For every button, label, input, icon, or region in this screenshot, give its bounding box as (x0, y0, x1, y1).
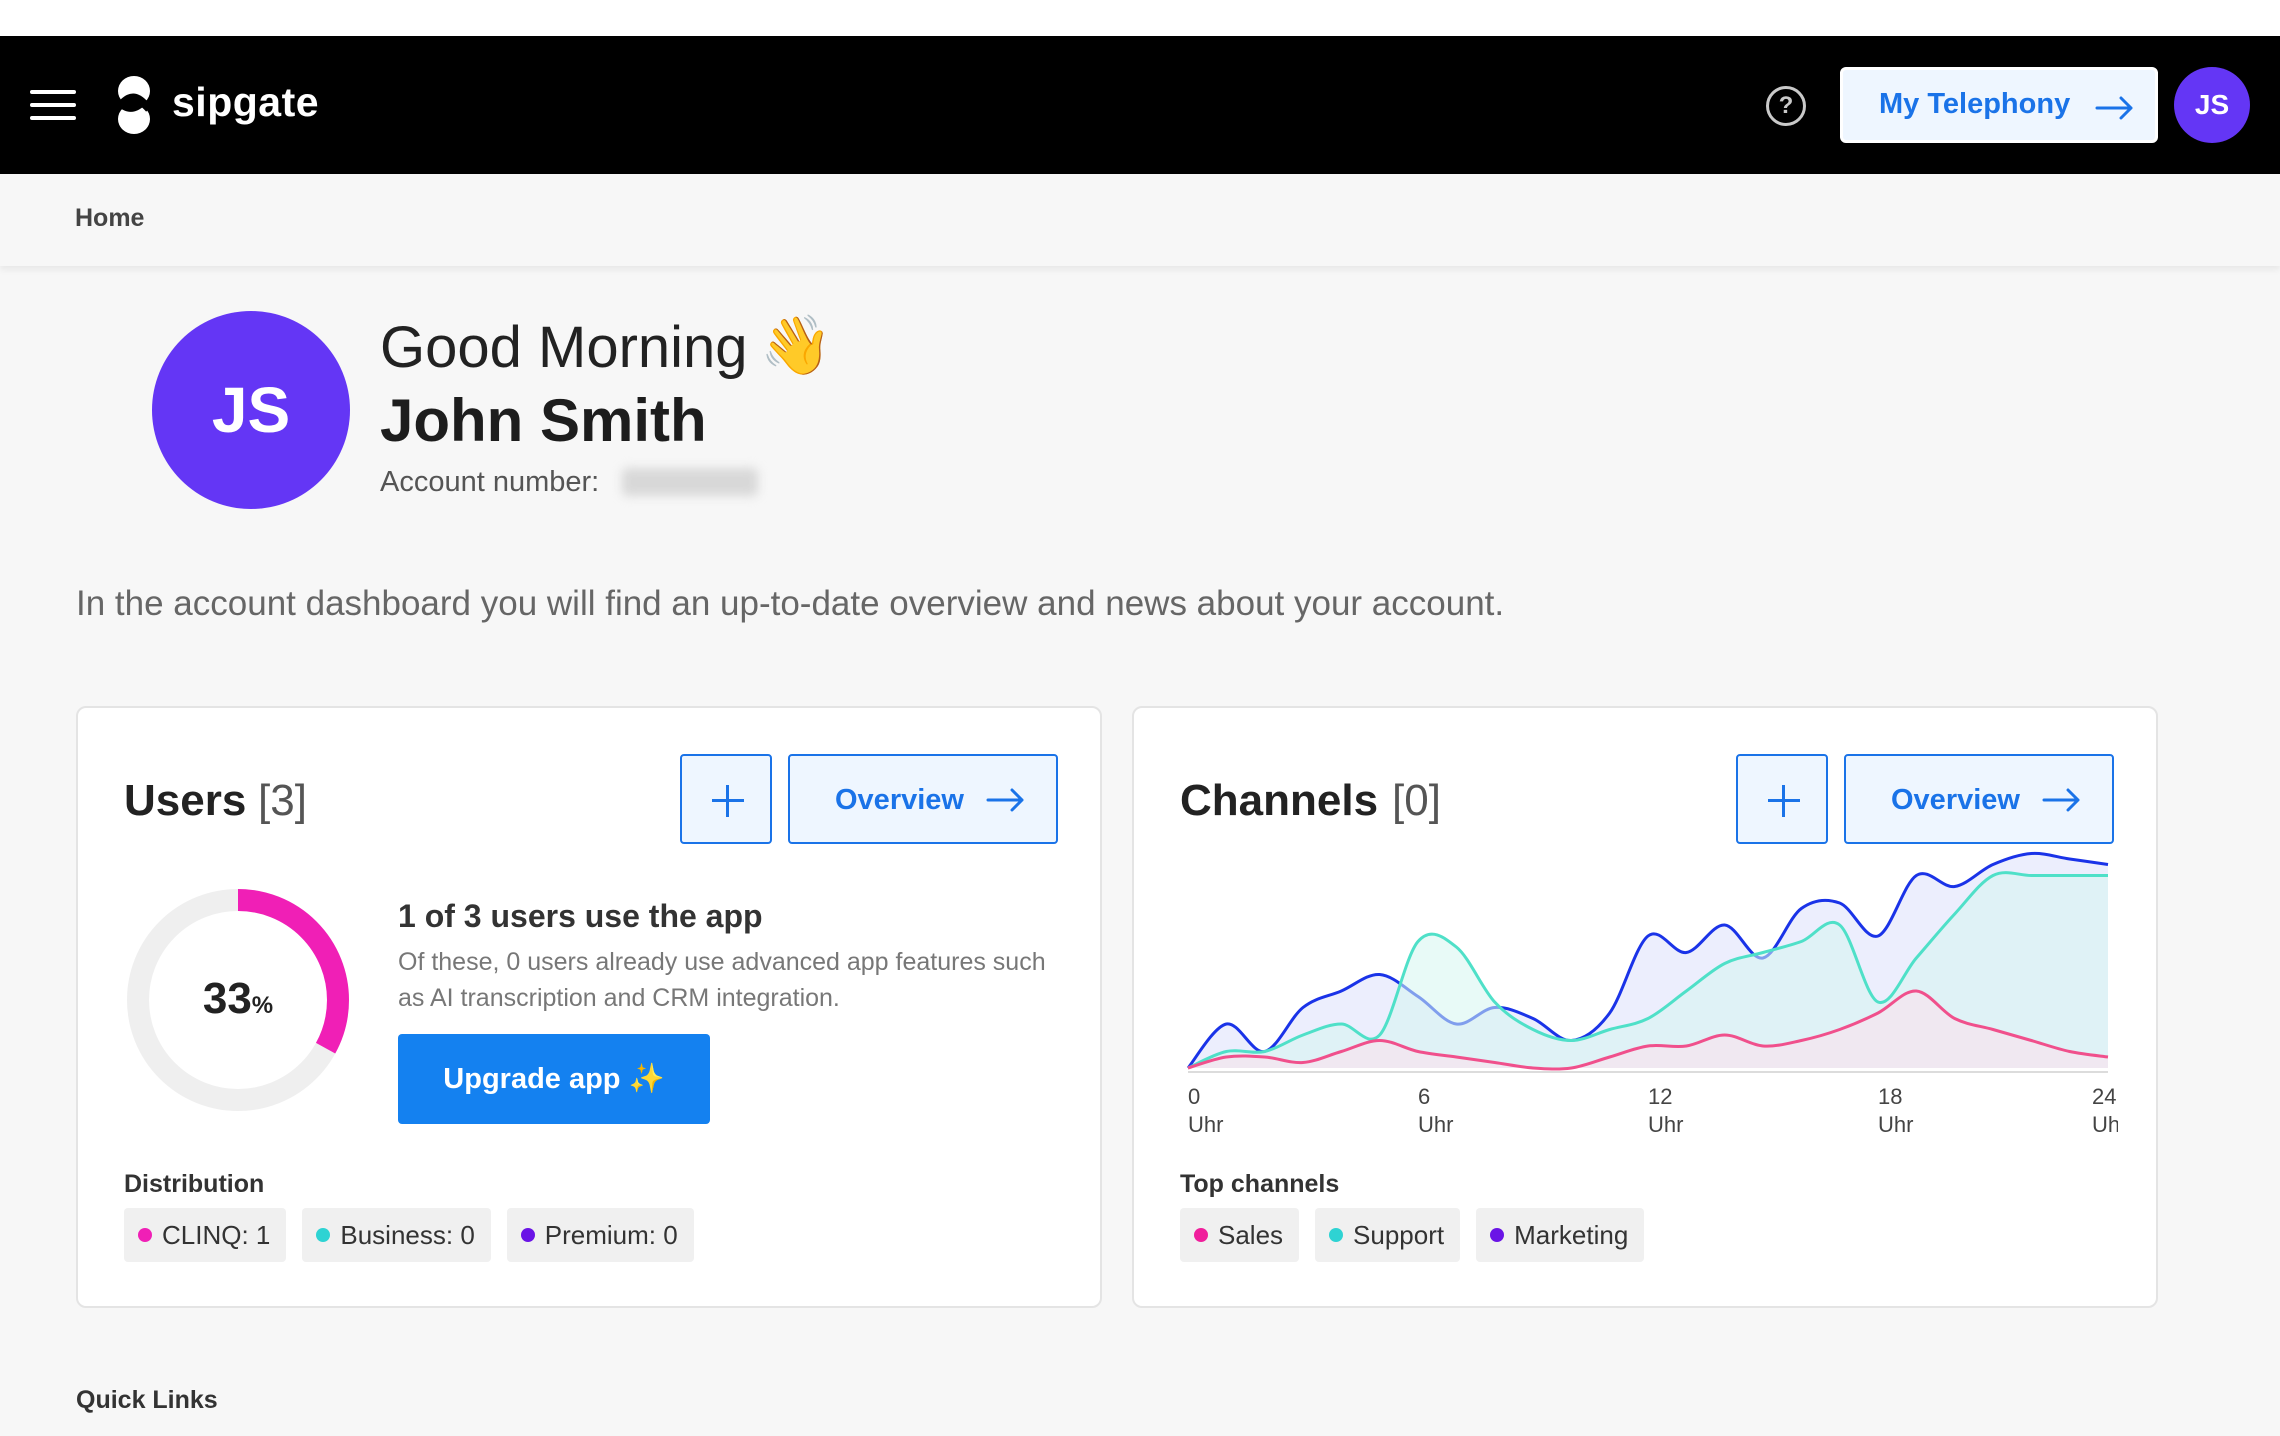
sparkles-icon: ✨ (628, 1063, 665, 1095)
x-tick-label: Uhr (1188, 1112, 1223, 1137)
channel-activity-chart: 0 Uhr 6 Uhr 12 Uhr 18 Uhr 24 Uhr (1186, 851, 2118, 1137)
my-telephony-label: My Telephony (1879, 88, 2071, 120)
distribution-chip-clinq: CLINQ: 1 (124, 1208, 287, 1262)
channel-chip-marketing: Marketing (1476, 1208, 1645, 1262)
x-tick-label: 6 (1418, 1084, 1430, 1109)
channels-count: [0] (1392, 776, 1441, 825)
arrow-right-icon (2095, 96, 2133, 120)
channels-title: Channels (1180, 776, 1379, 825)
menu-icon[interactable] (30, 90, 76, 120)
users-overview-button[interactable]: Overview (788, 754, 1058, 844)
top-navbar: sipgate ? My Telephony JS (0, 36, 2280, 174)
users-count: [3] (258, 776, 307, 825)
dashboard-intro: In the account dashboard you will find a… (76, 584, 1505, 623)
my-telephony-button[interactable]: My Telephony (1840, 67, 2158, 143)
distribution-label: Distribution (124, 1170, 265, 1198)
x-tick-label: Uhr (1878, 1112, 1913, 1137)
brand-name[interactable]: sipgate (172, 79, 319, 126)
add-channel-button[interactable] (1736, 754, 1828, 844)
top-channels-chips: Sales Support Marketing (1180, 1208, 1645, 1262)
legend-dot-icon (1329, 1228, 1344, 1242)
channels-overview-label: Overview (1891, 784, 2020, 816)
x-tick-label: Uhr (1418, 1112, 1453, 1137)
top-strip (0, 0, 2280, 36)
users-overview-label: Overview (835, 784, 964, 816)
legend-dot-icon (138, 1228, 152, 1242)
arrow-right-icon (2042, 788, 2080, 812)
help-icon[interactable]: ? (1766, 86, 1806, 126)
add-user-button[interactable] (680, 754, 772, 844)
upgrade-app-label: Upgrade app (443, 1063, 621, 1095)
legend-dot-icon (1490, 1228, 1505, 1242)
channels-overview-button[interactable]: Overview (1844, 754, 2114, 844)
arrow-right-icon (986, 788, 1024, 812)
legend-dot-icon (520, 1228, 535, 1242)
x-tick-label: 18 (1878, 1084, 1902, 1109)
top-channels-label: Top channels (1180, 1170, 1340, 1198)
x-tick-label: Uhr (1648, 1112, 1683, 1137)
quick-links-heading: Quick Links (76, 1386, 218, 1414)
upgrade-app-button[interactable]: Upgrade app ✨ (398, 1034, 710, 1124)
x-tick-label: 0 (1188, 1084, 1200, 1109)
channel-chip-support: Support (1315, 1208, 1461, 1262)
legend-dot-icon (1194, 1228, 1208, 1242)
channels-card: Channels [0] Overview 0 Uhr 6 Uhr 12 Uhr 18 Uhr… (1132, 706, 2158, 1308)
distribution-chip-business: Business: 0 (302, 1208, 491, 1262)
account-number-redacted (622, 468, 758, 496)
legend-dot-icon (316, 1228, 331, 1242)
breadcrumb: Home (0, 174, 2280, 266)
distribution-chips: CLINQ: 1 Business: 0 Premium: 0 (124, 1208, 694, 1262)
user-avatar-button[interactable]: JS (2174, 67, 2250, 143)
account-number-label: Account number: (380, 466, 600, 498)
app-usage-title: 1 of 3 users use the app (398, 898, 763, 934)
profile-avatar: JS (152, 311, 350, 509)
x-tick-label: 24 (2092, 1084, 2116, 1109)
x-tick-label: 12 (1648, 1084, 1672, 1109)
user-name: John Smith (380, 387, 707, 454)
greeting-text: Good Morning (380, 315, 748, 380)
x-tick-label: Uhr (2092, 1112, 2118, 1137)
breadcrumb-home[interactable]: Home (75, 204, 144, 233)
users-title: Users (124, 776, 247, 825)
users-card: Users [3] Overview 33% 1 of 3 users use … (76, 706, 1102, 1308)
distribution-chip-premium: Premium: 0 (506, 1208, 694, 1262)
wave-emoji-icon: 👋 (760, 313, 833, 378)
app-usage-description: Of these, 0 users already use advanced a… (398, 948, 1046, 1012)
channel-chip-sales: Sales (1180, 1208, 1300, 1262)
sipgate-logo-icon (118, 76, 150, 134)
app-usage-percent: 33% (202, 974, 274, 1023)
